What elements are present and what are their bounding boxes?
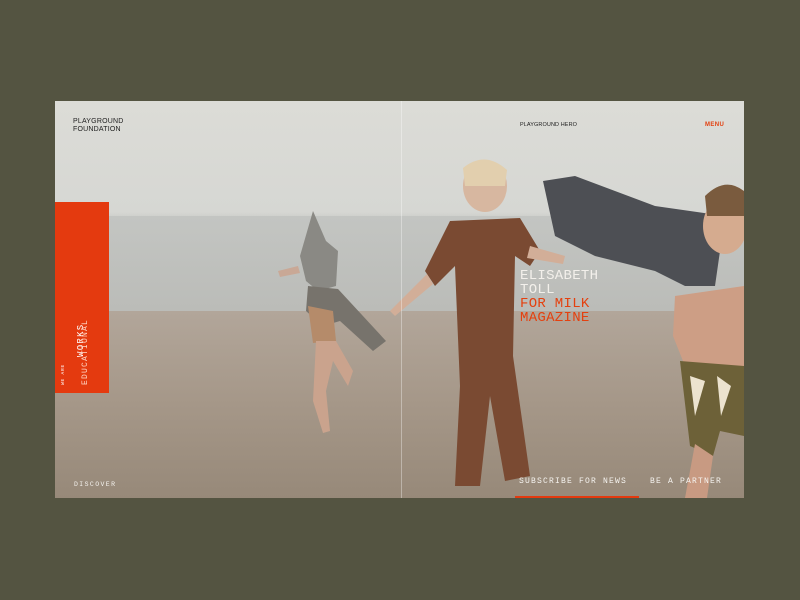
brand-line1: PLAYGROUND: [73, 118, 124, 125]
child-towel-figure: [543, 176, 744, 498]
headline-line4: MAGAZINE: [520, 310, 590, 326]
child-brown-dress-figure: [390, 159, 565, 486]
brand-logo[interactable]: PLAYGROUND FOUNDATION: [73, 118, 143, 134]
side-panel: WORKS WE ARE EDUCATIONAL: [55, 202, 109, 393]
educational-link[interactable]: EDUCATIONAL: [81, 319, 90, 385]
headline-line3: FOR MILK: [520, 296, 590, 312]
hero-headline[interactable]: ELISABETH TOLL FOR MILK MAGAZINE: [520, 269, 598, 325]
discover-link[interactable]: DISCOVER: [74, 481, 116, 488]
subscribe-link[interactable]: SUBSCRIBE FOR NEWS: [519, 477, 627, 486]
subscribe-underline: [515, 496, 639, 498]
headline-line1: ELISABETH: [520, 268, 599, 284]
we-are-label: WE ARE: [61, 363, 66, 385]
hero-label: PLAYGROUND HERO: [520, 122, 578, 128]
spread-seam: [401, 101, 402, 498]
partner-link[interactable]: BE A PARTNER: [650, 477, 722, 486]
headline-line2: TOLL: [520, 282, 555, 298]
menu-button[interactable]: MENU: [705, 122, 724, 128]
hero-frame: PLAYGROUND FOUNDATION PLAYGROUND HERO ME…: [55, 101, 744, 498]
brand-line2: FOUNDATION: [73, 126, 121, 133]
